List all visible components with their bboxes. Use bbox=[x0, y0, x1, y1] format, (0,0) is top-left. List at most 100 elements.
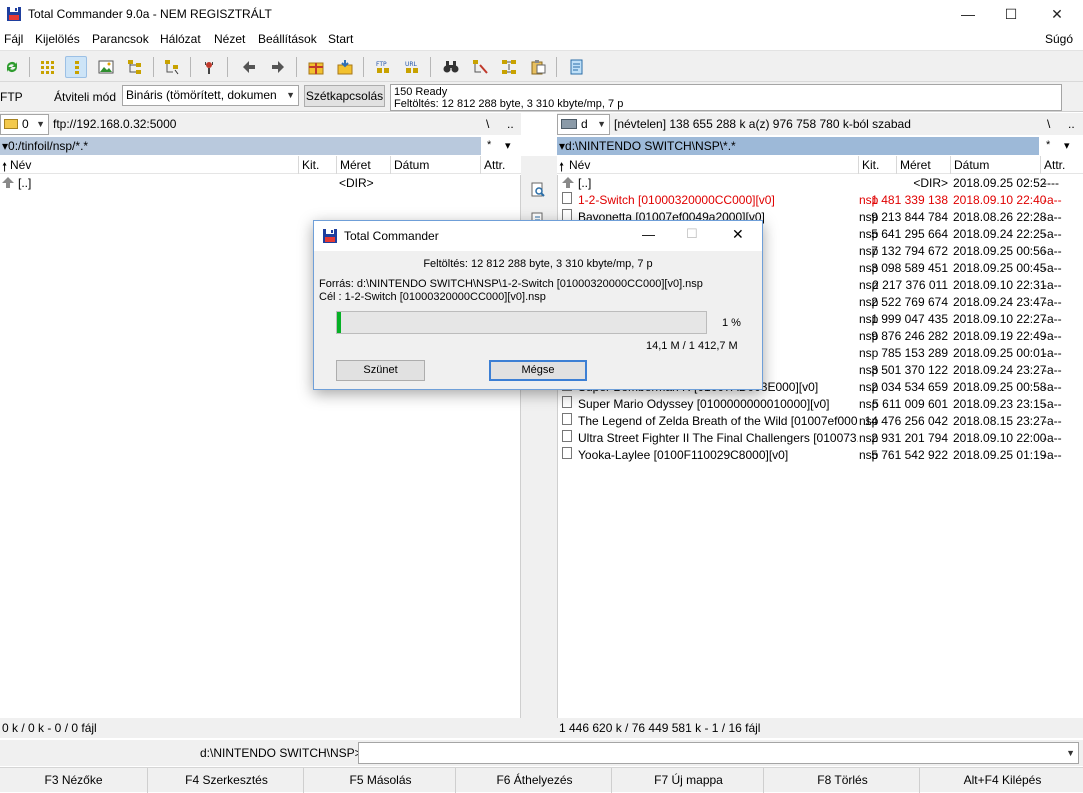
right-col-name[interactable]: Név bbox=[569, 158, 590, 172]
file-size: 9 213 844 784 bbox=[871, 210, 948, 224]
column-divider[interactable] bbox=[390, 156, 391, 174]
left-up-button[interactable]: .. bbox=[507, 117, 514, 131]
column-divider[interactable] bbox=[1040, 156, 1041, 174]
f3-view-button[interactable]: F3 Nézőke bbox=[0, 768, 148, 793]
plug-icon bbox=[205, 62, 213, 74]
column-divider[interactable] bbox=[298, 156, 299, 174]
toolbar-separator bbox=[227, 57, 228, 77]
list-item[interactable]: Ultra Street Fighter II The Final Challe… bbox=[558, 430, 1083, 447]
left-col-attr[interactable]: Attr. bbox=[484, 158, 505, 172]
column-divider[interactable] bbox=[336, 156, 337, 174]
menu-file[interactable]: Fájl bbox=[4, 32, 23, 46]
toolbar-separator bbox=[296, 57, 297, 77]
disconnect-button[interactable]: Szétkapcsolás bbox=[304, 85, 385, 107]
column-divider[interactable] bbox=[480, 156, 481, 174]
menu-view[interactable]: Nézet bbox=[214, 32, 245, 46]
transfer-mode-select[interactable]: Bináris (tömörített, dokumen ▼ bbox=[122, 85, 299, 106]
left-col-size[interactable]: Méret bbox=[340, 158, 371, 172]
hard-drive-icon bbox=[561, 119, 577, 129]
column-divider[interactable] bbox=[858, 156, 859, 174]
list-item[interactable]: 1-2-Switch [01000320000CC000][v0] nsp 1 48… bbox=[558, 192, 1083, 209]
column-divider[interactable] bbox=[950, 156, 951, 174]
file-date: 2018.08.26 22:28 bbox=[953, 210, 1047, 224]
ftp-log[interactable]: 150 Ready Feltöltés: 12 812 288 byte, 3 … bbox=[390, 84, 1062, 111]
tree-view-button[interactable] bbox=[124, 56, 146, 78]
right-col-ext[interactable]: Kit. bbox=[862, 158, 879, 172]
back-button[interactable] bbox=[238, 56, 260, 78]
brief-view-button[interactable] bbox=[37, 56, 59, 78]
menu-help[interactable]: Súgó bbox=[1045, 32, 1073, 46]
thumbnail-view-button[interactable] bbox=[95, 56, 117, 78]
sync-dirs-button[interactable] bbox=[498, 56, 520, 78]
dialog-minimize-button[interactable]: — bbox=[642, 227, 655, 242]
transfer-mode-label: Átviteli mód bbox=[54, 90, 117, 104]
forward-button[interactable] bbox=[267, 56, 289, 78]
menu-settings[interactable]: Beállítások bbox=[258, 32, 317, 46]
list-item[interactable]: Super Mario Odyssey [0100000000010000][v… bbox=[558, 396, 1083, 413]
altf4-exit-button[interactable]: Alt+F4 Kilépés bbox=[922, 768, 1083, 793]
right-filter-button[interactable]: * bbox=[1046, 139, 1050, 151]
right-root-button[interactable]: \ bbox=[1047, 117, 1050, 131]
search-button[interactable] bbox=[440, 56, 462, 78]
file-attr: -a-- bbox=[1043, 278, 1062, 292]
floppy-disk-icon bbox=[7, 7, 21, 21]
f5-copy-button[interactable]: F5 Másolás bbox=[306, 768, 456, 793]
left-filter-dropdown[interactable]: ▾ bbox=[505, 139, 511, 152]
minimize-button[interactable]: — bbox=[945, 0, 991, 28]
list-item[interactable]: [..] <DIR> 2018.09.25 02:52 ---- bbox=[558, 175, 1083, 192]
menu-network[interactable]: Hálózat bbox=[160, 32, 201, 46]
left-root-button[interactable]: \ bbox=[486, 117, 489, 131]
maximize-button[interactable]: ☐ bbox=[988, 0, 1034, 28]
menu-start[interactable]: Start bbox=[328, 32, 353, 46]
full-view-button[interactable] bbox=[65, 56, 87, 78]
right-path[interactable]: ▾d:\NINTENDO SWITCH\NSP\*.* bbox=[557, 137, 1039, 155]
right-col-size[interactable]: Méret bbox=[900, 158, 931, 172]
notepad-icon bbox=[570, 59, 583, 75]
list-item[interactable]: The Legend of Zelda Breath of the Wild [… bbox=[558, 413, 1083, 430]
ftp-connect-button[interactable] bbox=[198, 56, 220, 78]
left-col-date[interactable]: Dátum bbox=[394, 158, 429, 172]
file-attr: -a-- bbox=[1043, 312, 1062, 326]
close-button[interactable]: ✕ bbox=[1034, 0, 1080, 28]
notepad-button[interactable] bbox=[565, 56, 587, 78]
view-file-button[interactable] bbox=[530, 182, 547, 199]
f8-delete-button[interactable]: F8 Törlés bbox=[766, 768, 920, 793]
window-title: Total Commander 9.0a - NEM REGISZTRÁLT bbox=[28, 7, 272, 21]
pause-button[interactable]: Szünet bbox=[336, 360, 425, 381]
command-line-input[interactable]: ▼ bbox=[358, 742, 1079, 764]
menu-mark[interactable]: Kijelölés bbox=[35, 32, 80, 46]
copy-names-button[interactable] bbox=[527, 56, 549, 78]
invert-selection-button[interactable] bbox=[161, 56, 183, 78]
left-drive-select[interactable]: 0 ▼ bbox=[0, 114, 49, 135]
column-divider[interactable] bbox=[896, 156, 897, 174]
list-item[interactable]: [..] <DIR> bbox=[0, 175, 520, 192]
unpack-button[interactable] bbox=[334, 56, 356, 78]
ftp-button[interactable]: FTP bbox=[372, 56, 394, 78]
pack-button[interactable] bbox=[305, 56, 327, 78]
left-col-name[interactable]: Név bbox=[10, 158, 31, 172]
left-path[interactable]: ▾0:/tinfoil/nsp/*.* bbox=[0, 137, 481, 155]
cancel-button[interactable]: Mégse bbox=[489, 360, 587, 381]
right-up-button[interactable]: .. bbox=[1068, 117, 1075, 131]
f7-new-folder-button[interactable]: F7 Új mappa bbox=[614, 768, 764, 793]
right-drive-select[interactable]: d ▼ bbox=[557, 114, 610, 135]
right-drive-bar: d ▼ [névtelen] 138 655 288 k a(z) 976 75… bbox=[557, 113, 1083, 135]
list-item[interactable]: Yooka-Laylee [0100F110029C8000][v0] nsp 5 … bbox=[558, 447, 1083, 464]
f6-move-button[interactable]: F6 Áthelyezés bbox=[458, 768, 612, 793]
right-col-attr[interactable]: Attr. bbox=[1044, 158, 1065, 172]
file-size: 1 481 339 138 bbox=[871, 193, 948, 207]
right-filter-dropdown[interactable]: ▾ bbox=[1064, 139, 1070, 152]
dialog-target: Cél : 1-2-Switch [01000320000CC000][v0].… bbox=[319, 291, 546, 303]
f4-edit-button[interactable]: F4 Szerkesztés bbox=[150, 768, 304, 793]
dialog-close-button[interactable]: ✕ bbox=[732, 226, 744, 243]
url-button[interactable]: URL bbox=[401, 56, 423, 78]
file-date: 2018.09.25 00:01 bbox=[953, 346, 1047, 360]
file-date: 2018.09.24 22:25 bbox=[953, 227, 1047, 241]
multi-rename-button[interactable] bbox=[469, 56, 491, 78]
refresh-button[interactable] bbox=[1, 56, 23, 78]
left-filter-button[interactable]: * bbox=[487, 139, 491, 151]
left-col-ext[interactable]: Kit. bbox=[302, 158, 319, 172]
menu-commands[interactable]: Parancsok bbox=[92, 32, 149, 46]
toolbar: FTP URL bbox=[0, 50, 1083, 82]
right-col-date[interactable]: Dátum bbox=[954, 158, 989, 172]
